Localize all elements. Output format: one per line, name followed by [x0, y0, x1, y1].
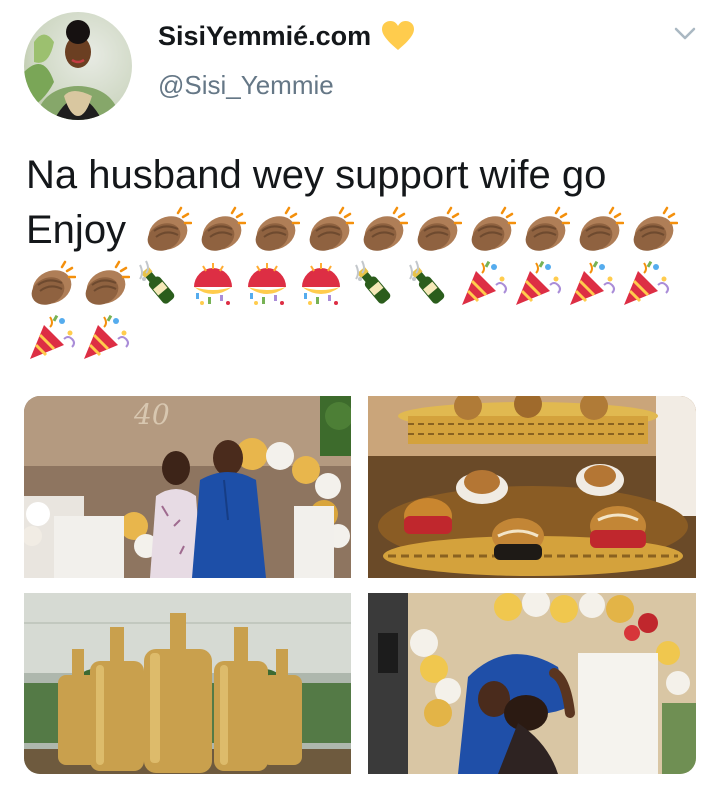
clapping-hands-icon	[80, 259, 130, 309]
confetti-ball-icon	[296, 259, 346, 309]
clapping-hands-icon	[304, 205, 354, 255]
photo-dessert-stand[interactable]	[368, 396, 696, 578]
confetti-ball-icon	[188, 259, 238, 309]
author-name-row: SisiYemmié.com	[158, 20, 415, 52]
clapping-hands-icon	[466, 205, 516, 255]
confetti-ball-icon	[242, 259, 292, 309]
profile-avatar[interactable]	[24, 12, 132, 120]
clapping-hands-icon	[628, 205, 678, 255]
clapping-hands-icon	[196, 205, 246, 255]
emoji-row-3	[26, 311, 696, 365]
champagne-icon	[404, 259, 454, 309]
tweet-word-enjoy: Enjoy	[26, 207, 127, 252]
party-popper-icon	[620, 259, 670, 309]
clapping-hands-icon	[358, 205, 408, 255]
clapping-hands-icon	[574, 205, 624, 255]
clapping-hands-icon	[26, 259, 76, 309]
champagne-icon	[134, 259, 184, 309]
party-popper-icon	[80, 313, 130, 363]
tweet-line-2: Enjoy	[26, 203, 696, 257]
tweet-line-1: Na husband wey support wife go	[26, 153, 607, 197]
svg-text:40: 40	[133, 398, 170, 431]
party-popper-icon	[512, 259, 562, 309]
clapping-hands-icon	[142, 205, 192, 255]
champagne-icon	[350, 259, 400, 309]
party-popper-icon	[458, 259, 508, 309]
party-popper-icon	[26, 313, 76, 363]
photo-gold-bottles[interactable]	[24, 593, 351, 774]
media-grid: 40	[24, 396, 696, 774]
clapping-hands-icon	[412, 205, 462, 255]
clapping-hands-icon	[250, 205, 300, 255]
emoji-row-2	[26, 257, 696, 311]
photo-couple-40th[interactable]: 40	[24, 396, 351, 578]
photo-couple-embrace[interactable]	[368, 593, 696, 774]
user-handle[interactable]: @Sisi_Yemmie	[158, 70, 334, 101]
chevron-down-icon[interactable]	[674, 26, 696, 42]
emoji-row-1	[142, 205, 678, 255]
party-popper-icon	[566, 259, 616, 309]
clapping-hands-icon	[520, 205, 570, 255]
display-name[interactable]: SisiYemmié.com	[158, 21, 371, 52]
yellow-heart-icon	[382, 21, 415, 50]
tweet-text: Na husband wey support wife go Enjoy	[26, 148, 696, 365]
